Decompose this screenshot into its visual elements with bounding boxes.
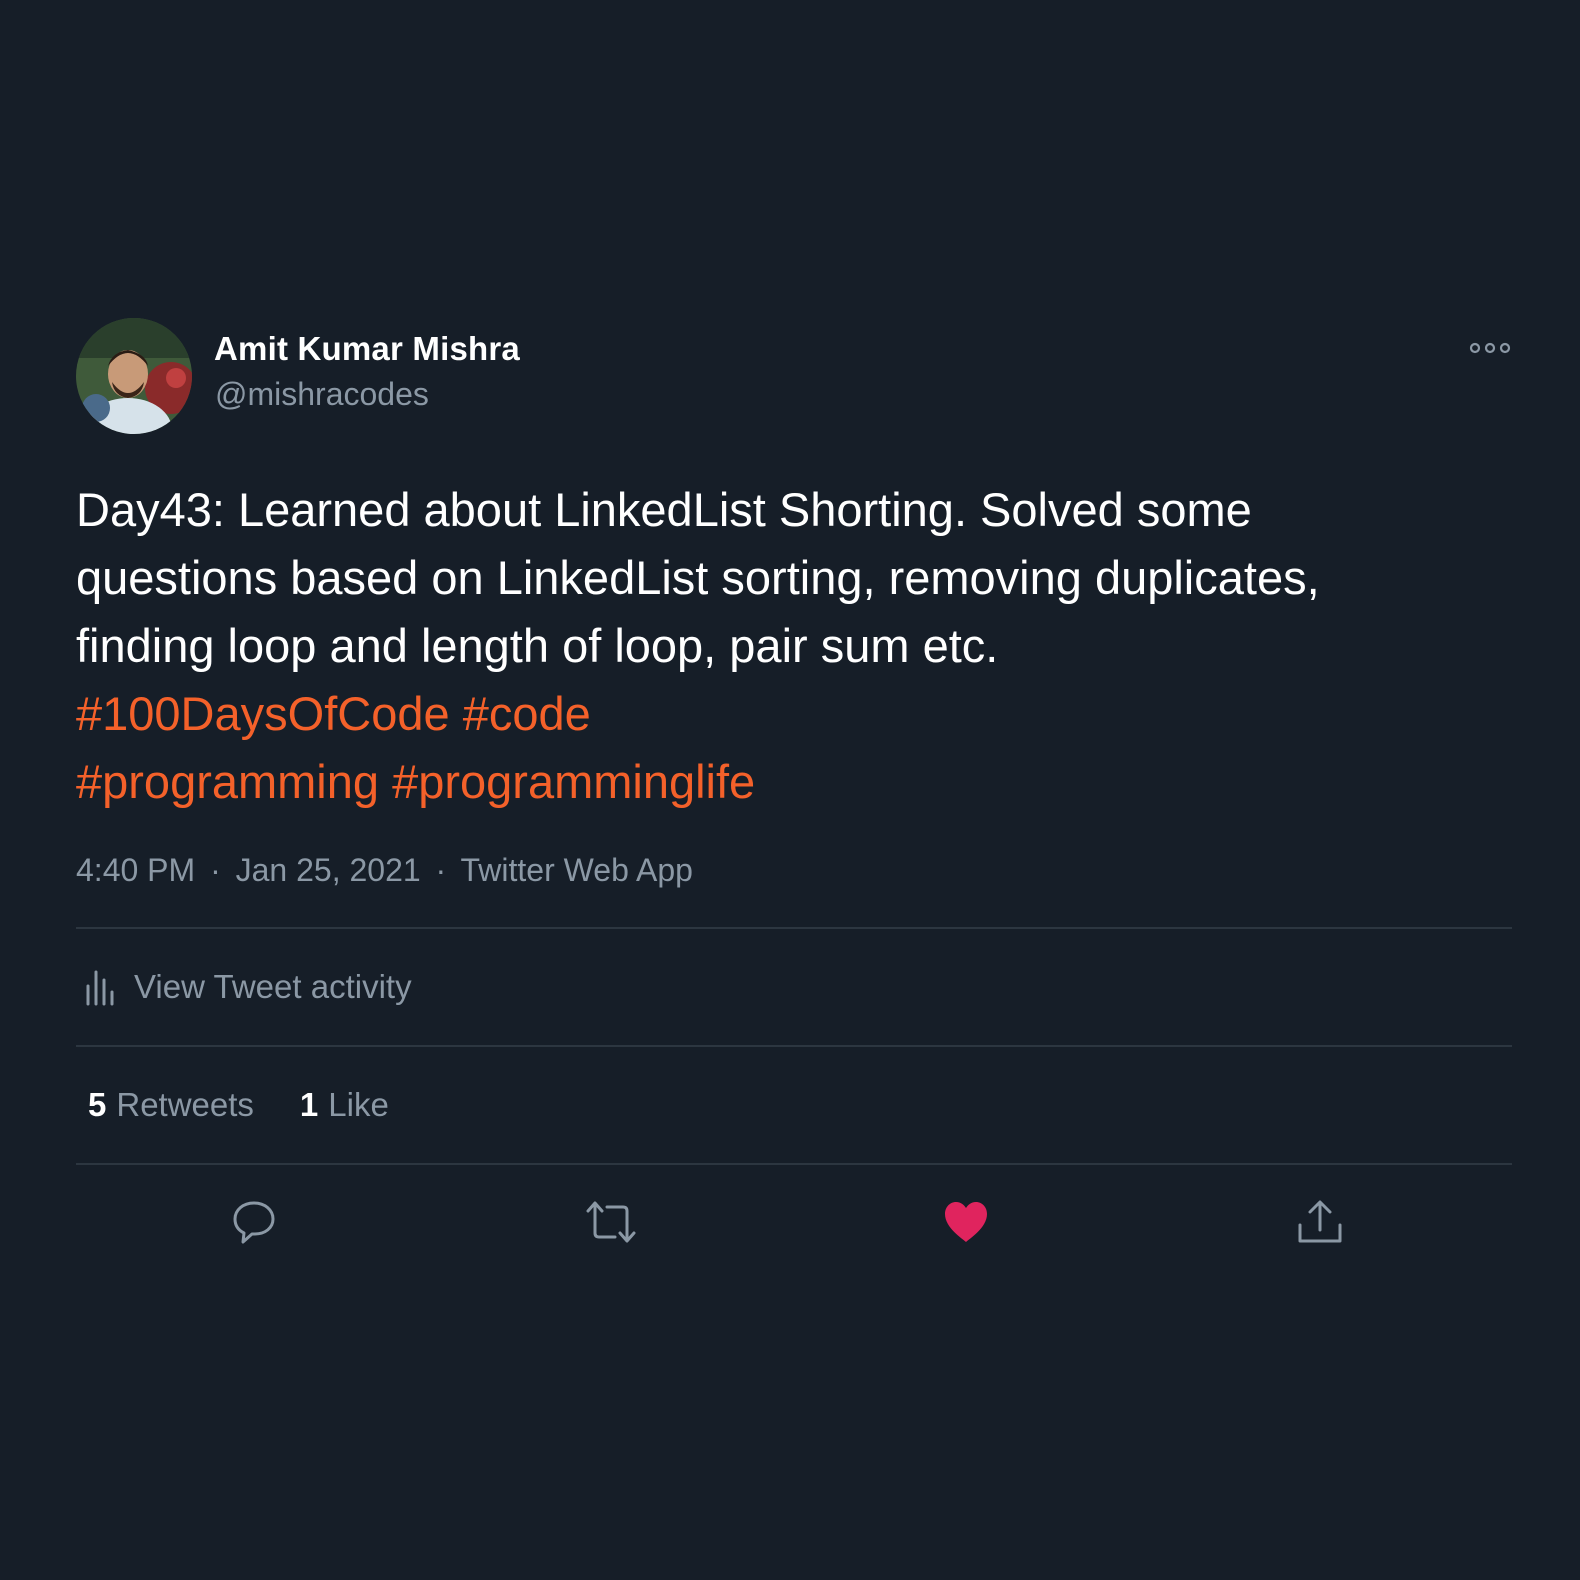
likes-stat[interactable]: 1 Like — [300, 1086, 389, 1124]
author-handle[interactable]: @mishracodes — [215, 376, 429, 413]
tweet-meta: 4:40 PM · Jan 25, 2021 · Twitter Web App — [76, 852, 1512, 889]
tweet-date[interactable]: Jan 25, 2021 — [236, 852, 421, 888]
avatar[interactable] — [76, 318, 192, 434]
tweet-text: Day43: Learned about LinkedList Shorting… — [76, 476, 1516, 816]
bar-chart-icon — [84, 968, 114, 1006]
tweet-text-line: questions based on LinkedList sorting, r… — [76, 551, 1320, 604]
hashtag-link[interactable]: #code — [463, 687, 591, 740]
hashtag-line: #programming #programminglife — [76, 748, 1516, 816]
more-options-icon[interactable] — [1468, 336, 1512, 360]
tweet-source[interactable]: Twitter Web App — [461, 852, 693, 888]
comment-icon[interactable] — [229, 1197, 279, 1247]
share-icon[interactable] — [1295, 1197, 1345, 1247]
view-tweet-activity[interactable]: View Tweet activity — [76, 929, 1512, 1045]
tweet-text-line: finding loop and length of loop, pair su… — [76, 619, 999, 672]
hashtag-link[interactable]: #programming — [76, 755, 379, 808]
retweet-icon[interactable] — [583, 1197, 636, 1247]
retweets-label: Retweets — [116, 1086, 254, 1123]
likes-count: 1 — [299, 1086, 319, 1123]
hashtag-link[interactable]: #programminglife — [392, 755, 755, 808]
tweet-stats: 5 Retweets 1 Like — [76, 1047, 1512, 1163]
tweet-actions — [76, 1165, 1512, 1283]
view-tweet-activity-label: View Tweet activity — [134, 968, 412, 1005]
tweet-time[interactable]: 4:40 PM — [76, 852, 195, 888]
meta-separator: · — [210, 852, 221, 888]
tweet-card: Amit Kumar Mishra @mishracodes Day43: Le… — [76, 318, 1512, 1283]
retweets-count: 5 — [88, 1086, 107, 1123]
heart-icon[interactable] — [941, 1197, 991, 1247]
tweet-text-line: Day43: Learned about LinkedList Shorting… — [76, 483, 1252, 536]
tweet-meta-wrap: 4:40 PM · Jan 25, 2021 · Twitter Web App — [76, 852, 1512, 889]
hashtag-line: #100DaysOfCode #code — [76, 680, 1516, 748]
retweets-stat[interactable]: 5 Retweets — [88, 1086, 254, 1124]
tweet-header: Amit Kumar Mishra @mishracodes — [76, 318, 1512, 434]
author-name[interactable]: Amit Kumar Mishra — [214, 330, 520, 368]
meta-separator: · — [435, 852, 447, 888]
likes-label: Like — [328, 1086, 389, 1123]
hashtag-link[interactable]: #100DaysOfCode — [76, 687, 450, 740]
